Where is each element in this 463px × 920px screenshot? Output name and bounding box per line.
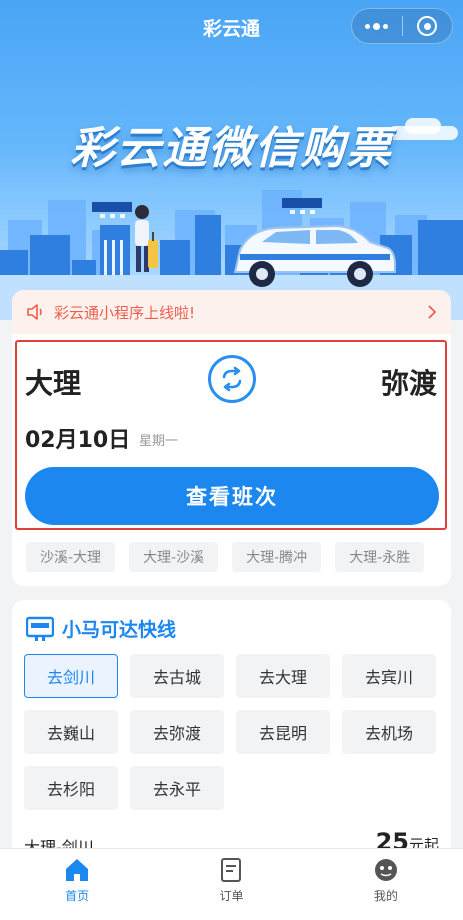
destination-button[interactable]: 去古城 [130,654,224,698]
close-target-icon [417,16,438,36]
travel-date[interactable]: 02月10日 [25,422,130,454]
tab-label: 首页 [65,889,90,903]
destination-button[interactable]: 去大理 [236,654,330,698]
destination-button[interactable]: 去机场 [342,710,436,754]
destination-button[interactable]: 去宾川 [342,654,436,698]
order-icon [221,858,242,882]
recent-routes: 沙溪-大理 大理-沙溪 大理-腾冲 大理-永胜 [26,542,425,572]
express-title: 小马可达快线 [62,619,177,641]
destination-button[interactable]: 去昆明 [236,710,330,754]
weekday-label: 星期一 [139,434,179,449]
bus-icon [26,616,54,641]
tab-bar: 首页 订单 我的 [0,848,463,920]
recent-route-chip[interactable]: 大理-永胜 [335,542,425,572]
notice-text: 彩云通小程序上线啦! [54,303,196,322]
home-icon [66,859,89,881]
destination-button[interactable]: 去巍山 [24,710,118,754]
swap-cities-button[interactable] [208,355,256,403]
destination-grid: 去剑川 去古城 去大理 去宾川 去巍山 去弥渡 去昆明 去机场 去杉阳 去永平 [24,654,439,810]
destination-button[interactable]: 去弥渡 [130,710,224,754]
profile-icon [374,859,397,881]
more-button[interactable] [352,9,402,43]
more-dots-icon [365,22,389,30]
recent-route-chip[interactable]: 沙溪-大理 [26,542,116,572]
notice-bar[interactable]: 彩云通小程序上线啦! [12,290,451,334]
tab-orders[interactable]: 订单 [154,849,308,920]
swap-icon [222,366,242,392]
ticket-search-form: 大理 弥渡 02月10日 星期一 查看班次 [15,340,447,530]
express-header: 小马可达快线 [26,615,176,642]
banner-title: 彩云通微信购票 [70,123,393,174]
recent-route-chip[interactable]: 大理-腾冲 [232,542,322,572]
speaker-icon [27,304,42,320]
search-schedules-button[interactable]: 查看班次 [25,467,439,525]
chevron-right-icon [428,305,437,319]
mini-program-capsule [351,8,453,44]
tab-profile[interactable]: 我的 [309,849,463,920]
arrival-city[interactable]: 弥渡 [381,362,437,402]
banner: 彩云通 彩云通微信购票 [0,0,463,320]
destination-button[interactable]: 去永平 [130,766,224,810]
destination-button[interactable]: 去剑川 [24,654,118,698]
departure-city[interactable]: 大理 [25,362,81,402]
close-mini-program-button[interactable] [403,9,453,43]
destination-button[interactable]: 去杉阳 [24,766,118,810]
recent-route-chip[interactable]: 大理-沙溪 [129,542,219,572]
tab-label: 我的 [373,889,398,903]
tab-label: 订单 [219,889,244,903]
tab-home[interactable]: 首页 [0,849,154,920]
